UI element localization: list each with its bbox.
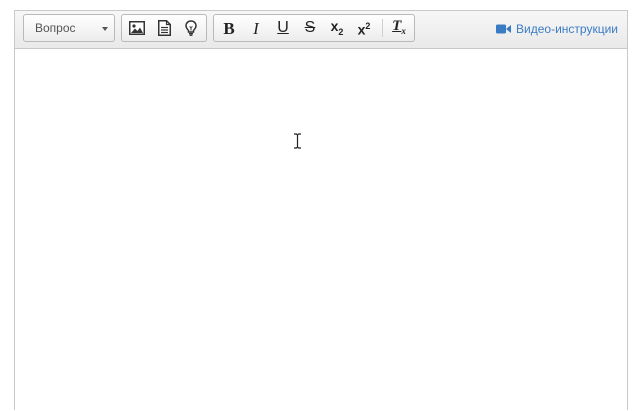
underline-icon: U <box>277 19 289 36</box>
superscript-button[interactable]: x2 <box>351 15 377 41</box>
subscript-icon: x2 <box>331 19 344 37</box>
toolbar-separator <box>382 19 383 37</box>
text-cursor-icon <box>294 133 301 149</box>
insert-document-button[interactable] <box>151 15 177 41</box>
remove-format-icon: Tx <box>392 19 406 37</box>
italic-button[interactable]: I <box>243 15 269 41</box>
block-format-select[interactable]: Вопрос <box>23 14 115 42</box>
insert-image-button[interactable] <box>124 15 150 41</box>
subscript-button[interactable]: x2 <box>324 15 350 41</box>
strikethrough-button[interactable]: S <box>297 15 323 41</box>
chevron-down-icon <box>102 27 108 31</box>
editor-toolbar: Вопрос B I U S x2 x2 Tx Видео-инструкции <box>15 11 627 49</box>
superscript-index: 2 <box>365 20 371 31</box>
strikethrough-icon: S <box>304 19 316 36</box>
bold-button[interactable]: B <box>216 15 242 41</box>
document-icon <box>157 20 171 36</box>
italic-icon: I <box>253 18 259 38</box>
image-icon <box>129 21 145 35</box>
text-style-button-group: B I U S x2 x2 Tx <box>213 14 415 42</box>
remove-format-index: x <box>401 26 406 37</box>
editor-content-area[interactable] <box>15 49 627 411</box>
insert-button-group <box>121 14 207 42</box>
rich-text-editor: Вопрос B I U S x2 x2 Tx Видео-инструкции <box>14 10 628 411</box>
remove-format-glyph: T <box>392 18 402 35</box>
video-camera-icon <box>496 24 512 34</box>
underline-button[interactable]: U <box>270 15 296 41</box>
superscript-icon: x2 <box>358 20 371 36</box>
subscript-index: 2 <box>338 26 344 37</box>
video-instructions-link[interactable]: Видео-инструкции <box>496 20 618 38</box>
video-instructions-label: Видео-инструкции <box>516 22 618 36</box>
bold-icon: B <box>223 18 235 38</box>
lightbulb-icon <box>185 20 197 36</box>
block-format-value: Вопрос <box>35 21 76 35</box>
remove-format-button[interactable]: Tx <box>386 15 412 41</box>
insert-hint-button[interactable] <box>178 15 204 41</box>
